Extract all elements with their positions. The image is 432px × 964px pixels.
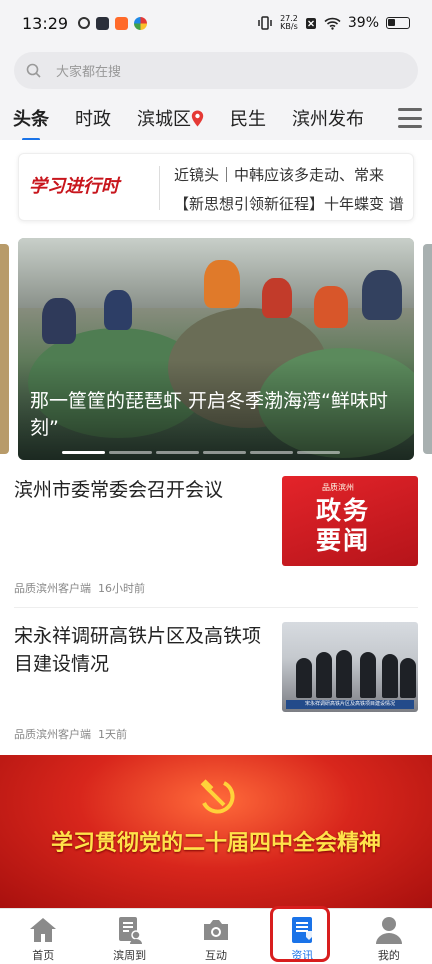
promo-card[interactable]: 学习进行时 近镜头｜中韩应该多走动、常来 【新思想引领新征程】十年蝶变 谱 (18, 153, 414, 221)
nav-interact[interactable]: 互动 (173, 909, 259, 964)
app-notification-icon (115, 16, 129, 30)
news-source: 品质滨州客户端 (14, 582, 91, 595)
nav-binzhoudao[interactable]: 滨周到 (86, 909, 172, 964)
news-title: 宋永祥调研高铁片区及高铁项目建设情况 (14, 625, 262, 675)
tab-label: 滨州发布 (292, 109, 364, 130)
promo-logo: 学习进行时 (29, 176, 119, 197)
news-meta: 品质滨州客户端 16小时前 (14, 580, 145, 596)
net-speed: 27.2 KB/s (280, 15, 298, 31)
tab-label: 滨城区 (137, 109, 191, 130)
battery-icon (386, 17, 410, 29)
thumb-brand: 品质滨州 (322, 483, 354, 492)
divider (159, 166, 160, 210)
thumb-caption: 宋永祥调研高铁片区及高铁项目建设情况 (286, 700, 414, 709)
carousel-next-peek[interactable] (423, 244, 432, 454)
home-icon (27, 915, 59, 945)
news-time: 16小时前 (98, 582, 145, 595)
status-time: 13:29 (22, 13, 69, 33)
party-banner[interactable]: 学习贯彻党的二十届四中全会精神 (0, 755, 432, 908)
location-pin-icon (191, 110, 204, 126)
nav-label: 首页 (32, 949, 55, 962)
tab-livelihood[interactable]: 民生 (217, 105, 279, 131)
search-bar[interactable]: 大家都在搜 (14, 52, 418, 89)
carousel-indicator (62, 451, 340, 454)
headline-carousel[interactable]: 那一筐筐的琵琶虾 开启冬季渤海湾“鲜味时刻” (18, 238, 414, 460)
news-thumbnail: 宋永祥调研高铁片区及高铁项目建设情况 (282, 622, 418, 712)
tab-bincheng[interactable]: 滨城区 (124, 105, 217, 131)
banner-text: 学习贯彻党的二十届四中全会精神 (50, 830, 381, 856)
news-time: 1天前 (98, 728, 127, 741)
carousel-dot (250, 451, 293, 454)
person-icon (373, 915, 405, 945)
carousel-dot (297, 451, 340, 454)
news-title: 滨州市委常委会召开会议 (14, 479, 224, 501)
news-item[interactable]: 滨州市委常委会召开会议 品质滨州 政务 要闻 品质滨州客户端 16小时前 (14, 476, 418, 596)
carousel-dot (109, 451, 152, 454)
bottom-nav: 首页 滨周到 互动 资讯 我的 (0, 908, 432, 964)
tab-binzhou-release[interactable]: 滨州发布 (279, 105, 377, 131)
news-source: 品质滨州客户端 (14, 728, 91, 741)
thumb-text: 政务 要闻 (316, 496, 370, 556)
tab-headline[interactable]: 头条 (0, 105, 62, 131)
tab-label: 时政 (75, 109, 111, 130)
divider (14, 607, 418, 608)
hammer-sickle-icon (200, 779, 235, 814)
vibrate-icon (258, 16, 272, 30)
sim-off-icon (305, 17, 316, 29)
thumb-text-line: 要闻 (316, 526, 371, 555)
carousel-dot (62, 451, 105, 454)
carousel-dot (156, 451, 199, 454)
camera-icon (200, 915, 232, 945)
news-book-icon (286, 915, 318, 945)
search-placeholder: 大家都在搜 (56, 65, 122, 80)
battery-percent: 39% (347, 15, 379, 31)
nav-label: 滨周到 (113, 949, 147, 962)
channel-menu-button[interactable] (398, 108, 422, 128)
carousel-caption: 那一筐筐的琵琶虾 开启冬季渤海湾“鲜味时刻” (30, 390, 388, 439)
play-notification-icon (96, 16, 110, 30)
tab-label: 民生 (230, 109, 266, 130)
promo-headline[interactable]: 【新思想引领新征程】十年蝶变 谱 (174, 193, 404, 214)
nav-label: 资讯 (291, 949, 314, 962)
channel-tabs: 头条 时政 滨城区 民生 滨州发布 (0, 98, 432, 138)
app-notification-icon (134, 16, 148, 30)
nav-news[interactable]: 资讯 (259, 909, 345, 964)
news-meta: 品质滨州客户端 1天前 (14, 726, 127, 742)
status-bar: 13:29 27.2 KB/s 39% (0, 0, 432, 46)
tab-label: 头条 (13, 109, 49, 130)
tab-politics[interactable]: 时政 (62, 105, 124, 131)
app-notification-icon (78, 17, 91, 29)
status-right: 27.2 KB/s 39% (257, 15, 410, 31)
wifi-icon (324, 17, 341, 30)
news-feed: 学习进行时 近镜头｜中韩应该多走动、常来 【新思想引领新征程】十年蝶变 谱 那一… (0, 140, 432, 908)
search-icon (26, 63, 41, 78)
status-left: 13:29 (22, 13, 148, 33)
carousel-dot (203, 451, 246, 454)
carousel-prev-peek[interactable] (0, 244, 9, 454)
net-speed-unit: KB/s (280, 22, 298, 31)
news-thumbnail: 品质滨州 政务 要闻 (282, 476, 418, 566)
promo-headline[interactable]: 近镜头｜中韩应该多走动、常来 (174, 164, 384, 185)
document-user-icon (114, 915, 146, 945)
nav-home[interactable]: 首页 (0, 909, 86, 964)
nav-me[interactable]: 我的 (346, 909, 432, 964)
nav-label: 我的 (377, 949, 400, 962)
nav-label: 互动 (205, 949, 228, 962)
news-item[interactable]: 宋永祥调研高铁片区及高铁项目建设情况 宋永祥调研高铁片区及高铁项目建设情况 品质… (14, 622, 418, 742)
thumb-text-line: 政务 (316, 496, 371, 525)
